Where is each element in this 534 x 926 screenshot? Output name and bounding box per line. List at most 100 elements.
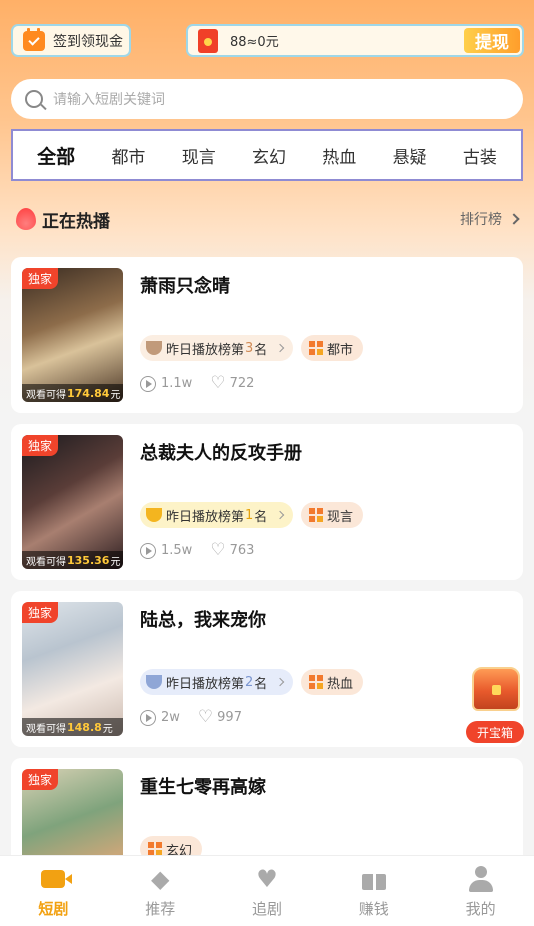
earn-unit: 元 (110, 556, 121, 568)
heart-icon: ♥ (256, 865, 278, 893)
genre-tag[interactable]: 热血 (301, 669, 364, 695)
tab-costume[interactable]: 古装 (463, 143, 497, 168)
nav-label: 赚钱 (358, 900, 389, 918)
earn-prefix: 观看可得 (26, 556, 66, 568)
rank-tag[interactable]: 昨日播放榜第 1 名 (140, 502, 294, 528)
rank-tag[interactable]: 昨日播放榜第 3 名 (140, 335, 294, 361)
video-icon (39, 866, 73, 892)
wallet-bar[interactable]: 88≈0元 提现 (186, 24, 524, 57)
rank-suffix: 名 (254, 509, 268, 525)
exclusive-badge: 独家 (22, 435, 59, 456)
rank-tag[interactable]: 昨日播放榜第 2 名 (140, 669, 294, 695)
trophy-icon (146, 508, 162, 522)
person-icon (467, 866, 495, 892)
category-grid-icon (309, 508, 323, 522)
bottom-nav: 短剧 ◆ 推荐 ♥ 追剧 赚钱 我的 (0, 855, 534, 926)
exclusive-badge: 独家 (22, 602, 59, 623)
nav-label: 我的 (465, 900, 496, 918)
withdraw-button[interactable]: 提现 (464, 28, 520, 53)
earn-unit: 元 (102, 723, 113, 735)
tab-all[interactable]: 全部 (37, 142, 75, 169)
treasure-chest-icon (472, 667, 520, 711)
play-count-icon (140, 542, 156, 559)
drama-card[interactable]: 独家 观看可得 174.84 元 萧雨只念晴 昨日播放榜第 3 名 都市 1.1w ♡ … (11, 257, 523, 413)
earn-banner: 观看可得 174.84 元 (22, 384, 123, 402)
drama-stats: 1.5w ♡ 763 (140, 542, 254, 559)
nav-label: 推荐 (145, 900, 176, 918)
treasure-chest-button[interactable]: 开宝箱 (466, 667, 524, 745)
checkin-label: 签到领现金 (53, 33, 123, 50)
section-header: 正在热播 排行榜 (16, 204, 520, 234)
genre-tag[interactable]: 现言 (301, 502, 364, 528)
nav-me[interactable]: 我的 (427, 856, 534, 926)
exclusive-badge: 独家 (22, 769, 59, 790)
category-tabs: 全部 都市 现言 玄幻 热血 悬疑 古装 (11, 129, 523, 181)
search-icon (25, 90, 43, 108)
tab-mystery[interactable]: 悬疑 (393, 143, 427, 168)
nav-label: 短剧 (38, 900, 69, 918)
wallet-amount: 88≈0元 (230, 35, 279, 50)
earn-amount: 135.36 (67, 553, 110, 567)
like-count: 722 (229, 376, 255, 391)
diamond-icon: ◆ (150, 865, 170, 893)
genre-label: 现言 (327, 509, 354, 525)
ranking-link[interactable]: 排行榜 (460, 209, 520, 229)
chevron-right-icon (276, 677, 285, 687)
fire-icon (16, 208, 36, 230)
drama-cover[interactable]: 独家 观看可得 135.36 元 (22, 435, 123, 569)
nav-recommend[interactable]: ◆ 推荐 (107, 856, 214, 926)
search-bar[interactable]: 请输入短剧关键词 (11, 79, 523, 119)
drama-stats: 1.1w ♡ 722 (140, 375, 254, 392)
like-count: 763 (229, 543, 255, 558)
trophy-icon (146, 675, 162, 689)
drama-card[interactable]: 独家 观看可得 135.36 元 总裁夫人的反攻手册 昨日播放榜第 1 名 现言 1.5… (11, 424, 523, 580)
nav-earn[interactable]: 赚钱 (320, 856, 427, 926)
rank-prefix: 昨日播放榜第 (166, 342, 245, 358)
category-grid-icon (309, 675, 323, 689)
chevron-right-icon (276, 343, 285, 353)
play-count: 1.1w (161, 376, 193, 391)
top-bar: 签到领现金 88≈0元 提现 (0, 0, 534, 70)
like-icon: ♡ (210, 540, 226, 560)
play-count-icon (140, 375, 156, 392)
drama-cover[interactable]: 独家 观看可得 148.8 元 (22, 602, 123, 736)
rank-number: 2 (245, 674, 254, 690)
drama-title[interactable]: 陆总，我来宠你 (140, 606, 266, 632)
tab-modern-romance[interactable]: 现言 (182, 143, 216, 168)
earn-amount: 174.84 (67, 386, 110, 400)
tab-fantasy[interactable]: 玄幻 (252, 143, 286, 168)
calendar-check-icon (23, 27, 45, 51)
exclusive-badge: 独家 (22, 268, 59, 289)
earn-prefix: 观看可得 (26, 389, 66, 401)
nav-label: 追剧 (251, 900, 282, 918)
rank-prefix: 昨日播放榜第 (166, 676, 245, 692)
nav-short-drama[interactable]: 短剧 (0, 856, 107, 926)
like-count: 997 (217, 710, 242, 725)
rank-suffix: 名 (254, 342, 268, 358)
genre-tag[interactable]: 都市 (301, 335, 364, 361)
like-icon: ♡ (197, 707, 214, 727)
rank-number: 1 (245, 507, 254, 523)
search-input[interactable]: 请输入短剧关键词 (53, 89, 165, 109)
tab-urban[interactable]: 都市 (111, 143, 145, 168)
earn-unit: 元 (110, 389, 121, 401)
genre-label: 热血 (327, 676, 354, 692)
tab-action[interactable]: 热血 (322, 143, 356, 168)
category-grid-icon (148, 842, 162, 856)
drama-card[interactable]: 独家 观看可得 148.8 元 陆总，我来宠你 昨日播放榜第 2 名 热血 2w ♡ 9… (11, 591, 523, 747)
play-count: 2w (161, 710, 180, 725)
checkin-cash-button[interactable]: 签到领现金 (11, 24, 131, 57)
drama-title[interactable]: 萧雨只念晴 (140, 272, 230, 298)
play-count-icon (140, 709, 156, 726)
rank-number: 3 (245, 340, 254, 356)
earn-prefix: 观看可得 (26, 723, 66, 735)
drama-title[interactable]: 总裁夫人的反攻手册 (140, 439, 302, 465)
rank-prefix: 昨日播放榜第 (166, 509, 245, 525)
drama-title[interactable]: 重生七零再高嫁 (140, 773, 266, 799)
nav-following[interactable]: ♥ 追剧 (214, 856, 321, 926)
earn-amount: 148.8 (67, 720, 102, 734)
drama-stats: 2w ♡ 997 (140, 709, 242, 726)
drama-cover[interactable]: 独家 观看可得 174.84 元 (22, 268, 123, 402)
chevron-right-icon (276, 510, 285, 520)
earn-banner: 观看可得 135.36 元 (22, 551, 123, 569)
